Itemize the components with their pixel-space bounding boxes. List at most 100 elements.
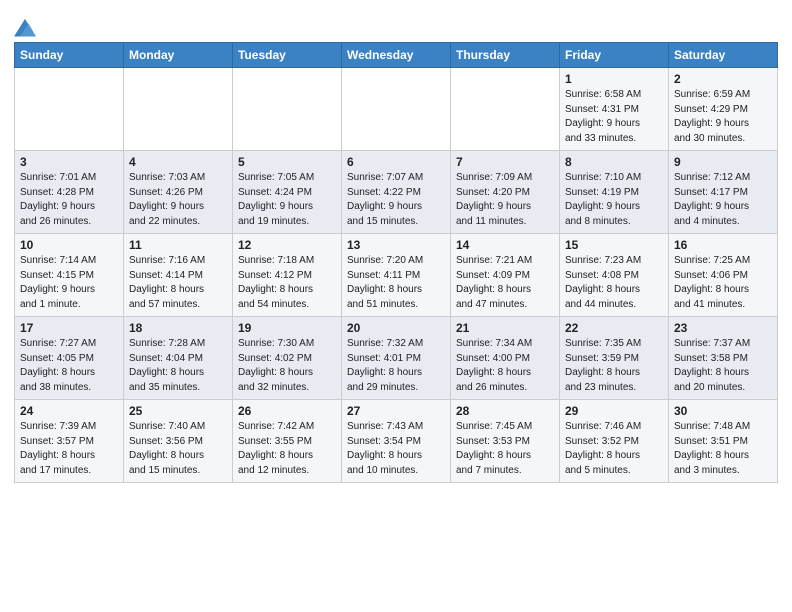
calendar-cell: 21 Sunrise: 7:34 AM Sunset: 4:00 PM Dayli… [451, 317, 560, 400]
calendar-cell: 30 Sunrise: 7:48 AM Sunset: 3:51 PM Dayli… [669, 400, 778, 483]
calendar-cell: 4Sunrise: 7:03 AM Sunset: 4:26 PM Daylig… [124, 151, 233, 234]
day-info: Sunrise: 7:10 AM Sunset: 4:19 PM Dayligh… [565, 171, 663, 229]
calendar-week-row: 24 Sunrise: 7:39 AM Sunset: 3:57 PM Dayli… [15, 400, 778, 483]
calendar-cell [233, 68, 342, 151]
day-info: Sunrise: 7:23 AM Sunset: 4:08 PM Dayligh… [565, 254, 663, 312]
day-number: 2 [674, 72, 772, 86]
day-info: Sunrise: 7:27 AM Sunset: 4:05 PM Dayligh… [20, 337, 118, 395]
header [14, 10, 778, 38]
page: SundayMondayTuesdayWednesdayThursdayFrid… [0, 0, 792, 612]
calendar-week-row: 10 Sunrise: 7:14 AM Sunset: 4:15 PM Dayli… [15, 234, 778, 317]
day-number: 19 [238, 321, 336, 335]
day-number: 21 [456, 321, 554, 335]
day-info: Sunrise: 7:48 AM Sunset: 3:51 PM Dayligh… [674, 420, 772, 478]
day-number: 18 [129, 321, 227, 335]
day-number: 29 [565, 404, 663, 418]
calendar-cell: 14 Sunrise: 7:21 AM Sunset: 4:09 PM Dayli… [451, 234, 560, 317]
day-info: Sunrise: 7:18 AM Sunset: 4:12 PM Dayligh… [238, 254, 336, 312]
calendar-cell: 27 Sunrise: 7:43 AM Sunset: 3:54 PM Dayli… [342, 400, 451, 483]
day-number: 25 [129, 404, 227, 418]
day-number: 28 [456, 404, 554, 418]
day-info: Sunrise: 7:40 AM Sunset: 3:56 PM Dayligh… [129, 420, 227, 478]
day-number: 17 [20, 321, 118, 335]
day-info: Sunrise: 7:45 AM Sunset: 3:53 PM Dayligh… [456, 420, 554, 478]
calendar-cell: 7 Sunrise: 7:09 AM Sunset: 4:20 PM Daylig… [451, 151, 560, 234]
weekday-header-thursday: Thursday [451, 43, 560, 68]
day-info: Sunrise: 7:37 AM Sunset: 3:58 PM Dayligh… [674, 337, 772, 395]
day-info: Sunrise: 7:20 AM Sunset: 4:11 PM Dayligh… [347, 254, 445, 312]
calendar-cell: 13 Sunrise: 7:20 AM Sunset: 4:11 PM Dayli… [342, 234, 451, 317]
day-number: 9 [674, 155, 772, 169]
day-info: Sunrise: 7:05 AM Sunset: 4:24 PM Dayligh… [238, 171, 336, 229]
calendar-cell: 22 Sunrise: 7:35 AM Sunset: 3:59 PM Dayli… [560, 317, 669, 400]
day-number: 12 [238, 238, 336, 252]
day-number: 3 [20, 155, 118, 169]
calendar-cell: 10 Sunrise: 7:14 AM Sunset: 4:15 PM Dayli… [15, 234, 124, 317]
day-info: Sunrise: 7:12 AM Sunset: 4:17 PM Dayligh… [674, 171, 772, 229]
day-info: Sunrise: 7:16 AM Sunset: 4:14 PM Dayligh… [129, 254, 227, 312]
day-number: 26 [238, 404, 336, 418]
calendar-cell: 20Sunrise: 7:32 AM Sunset: 4:01 PM Dayli… [342, 317, 451, 400]
day-number: 11 [129, 238, 227, 252]
day-info: Sunrise: 7:35 AM Sunset: 3:59 PM Dayligh… [565, 337, 663, 395]
day-number: 7 [456, 155, 554, 169]
day-number: 22 [565, 321, 663, 335]
calendar-cell [124, 68, 233, 151]
calendar-cell: 23 Sunrise: 7:37 AM Sunset: 3:58 PM Dayli… [669, 317, 778, 400]
calendar-cell: 15 Sunrise: 7:23 AM Sunset: 4:08 PM Dayli… [560, 234, 669, 317]
logo-icon [14, 16, 36, 38]
calendar-cell: 26Sunrise: 7:42 AM Sunset: 3:55 PM Dayli… [233, 400, 342, 483]
calendar-cell: 24 Sunrise: 7:39 AM Sunset: 3:57 PM Dayli… [15, 400, 124, 483]
weekday-header-tuesday: Tuesday [233, 43, 342, 68]
calendar-cell: 11 Sunrise: 7:16 AM Sunset: 4:14 PM Dayli… [124, 234, 233, 317]
day-info: Sunrise: 7:39 AM Sunset: 3:57 PM Dayligh… [20, 420, 118, 478]
day-number: 10 [20, 238, 118, 252]
day-info: Sunrise: 7:34 AM Sunset: 4:00 PM Dayligh… [456, 337, 554, 395]
day-number: 5 [238, 155, 336, 169]
day-number: 30 [674, 404, 772, 418]
day-number: 4 [129, 155, 227, 169]
day-info: Sunrise: 7:46 AM Sunset: 3:52 PM Dayligh… [565, 420, 663, 478]
day-number: 20 [347, 321, 445, 335]
calendar-cell [15, 68, 124, 151]
calendar-cell: 8Sunrise: 7:10 AM Sunset: 4:19 PM Daylig… [560, 151, 669, 234]
calendar-cell: 3Sunrise: 7:01 AM Sunset: 4:28 PM Daylig… [15, 151, 124, 234]
day-number: 23 [674, 321, 772, 335]
calendar-cell: 28 Sunrise: 7:45 AM Sunset: 3:53 PM Dayli… [451, 400, 560, 483]
calendar-cell: 29 Sunrise: 7:46 AM Sunset: 3:52 PM Dayli… [560, 400, 669, 483]
calendar-cell: 19 Sunrise: 7:30 AM Sunset: 4:02 PM Dayli… [233, 317, 342, 400]
day-info: Sunrise: 7:30 AM Sunset: 4:02 PM Dayligh… [238, 337, 336, 395]
day-number: 6 [347, 155, 445, 169]
day-info: Sunrise: 7:14 AM Sunset: 4:15 PM Dayligh… [20, 254, 118, 312]
weekday-header-monday: Monday [124, 43, 233, 68]
weekday-header-row: SundayMondayTuesdayWednesdayThursdayFrid… [15, 43, 778, 68]
calendar-cell: 9 Sunrise: 7:12 AM Sunset: 4:17 PM Daylig… [669, 151, 778, 234]
calendar-cell: 16Sunrise: 7:25 AM Sunset: 4:06 PM Dayli… [669, 234, 778, 317]
day-number: 16 [674, 238, 772, 252]
day-info: Sunrise: 7:21 AM Sunset: 4:09 PM Dayligh… [456, 254, 554, 312]
day-number: 24 [20, 404, 118, 418]
calendar-table: SundayMondayTuesdayWednesdayThursdayFrid… [14, 42, 778, 483]
calendar-cell: 6 Sunrise: 7:07 AM Sunset: 4:22 PM Daylig… [342, 151, 451, 234]
day-info: Sunrise: 7:09 AM Sunset: 4:20 PM Dayligh… [456, 171, 554, 229]
day-number: 14 [456, 238, 554, 252]
calendar-week-row: 3Sunrise: 7:01 AM Sunset: 4:28 PM Daylig… [15, 151, 778, 234]
weekday-header-saturday: Saturday [669, 43, 778, 68]
calendar-cell: 25 Sunrise: 7:40 AM Sunset: 3:56 PM Dayli… [124, 400, 233, 483]
weekday-header-friday: Friday [560, 43, 669, 68]
calendar-week-row: 17 Sunrise: 7:27 AM Sunset: 4:05 PM Dayli… [15, 317, 778, 400]
day-info: Sunrise: 6:58 AM Sunset: 4:31 PM Dayligh… [565, 88, 663, 146]
calendar-cell: 2Sunrise: 6:59 AM Sunset: 4:29 PM Daylig… [669, 68, 778, 151]
calendar-week-row: 1 Sunrise: 6:58 AM Sunset: 4:31 PM Daylig… [15, 68, 778, 151]
day-info: Sunrise: 7:28 AM Sunset: 4:04 PM Dayligh… [129, 337, 227, 395]
calendar-cell: 1 Sunrise: 6:58 AM Sunset: 4:31 PM Daylig… [560, 68, 669, 151]
calendar-cell: 18 Sunrise: 7:28 AM Sunset: 4:04 PM Dayli… [124, 317, 233, 400]
day-info: Sunrise: 7:07 AM Sunset: 4:22 PM Dayligh… [347, 171, 445, 229]
calendar-cell: 12 Sunrise: 7:18 AM Sunset: 4:12 PM Dayli… [233, 234, 342, 317]
day-number: 13 [347, 238, 445, 252]
calendar-cell: 17 Sunrise: 7:27 AM Sunset: 4:05 PM Dayli… [15, 317, 124, 400]
day-info: Sunrise: 7:43 AM Sunset: 3:54 PM Dayligh… [347, 420, 445, 478]
day-number: 1 [565, 72, 663, 86]
day-number: 15 [565, 238, 663, 252]
day-number: 27 [347, 404, 445, 418]
